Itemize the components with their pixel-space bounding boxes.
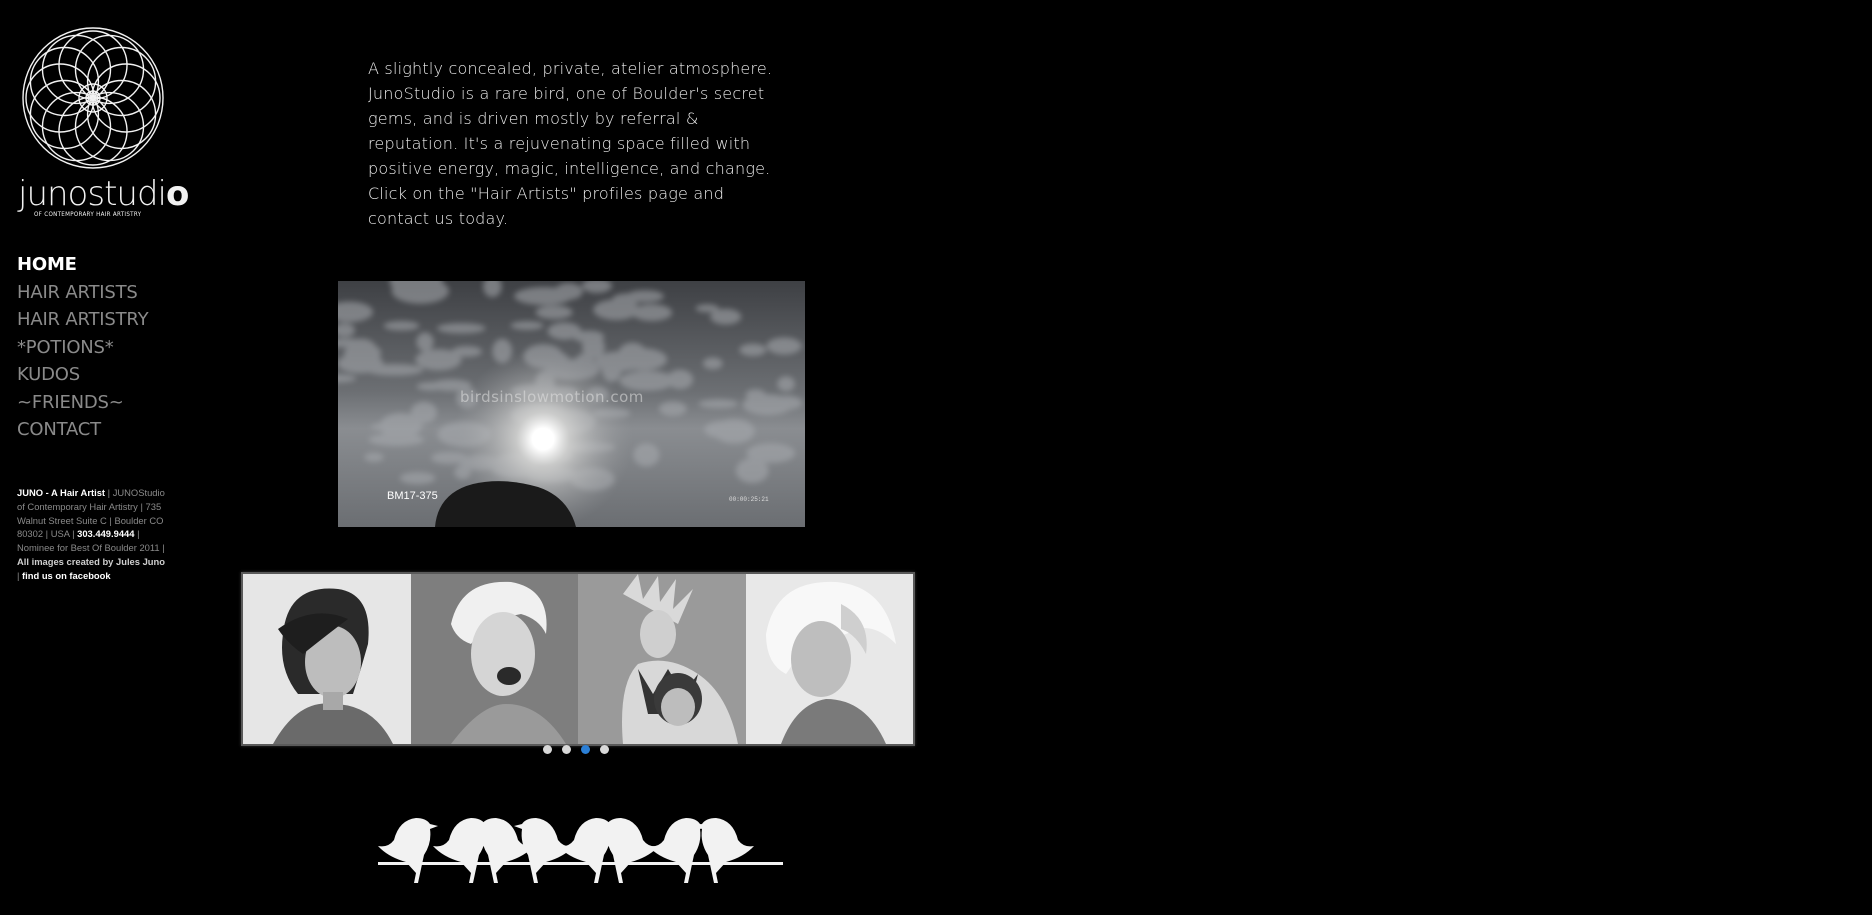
nav-item-kudos[interactable]: KUDOS (17, 361, 148, 389)
gallery-photo-2 (410, 574, 578, 744)
gallery-photo-3 (578, 574, 746, 744)
bird-silhouette (378, 818, 438, 883)
nav-item-hair-artists[interactable]: HAIR ARTISTS (17, 279, 148, 307)
brand-tagline: OF CONTEMPORARY HAIR ARTISTRY (34, 211, 142, 218)
main-nav: HOME HAIR ARTISTS HAIR ARTISTRY *POTIONS… (17, 251, 149, 444)
slide-dot-1[interactable] (543, 745, 552, 754)
nav-item-hair-artistry[interactable]: HAIR ARTISTRY (17, 306, 149, 334)
facebook-link[interactable]: find us on facebook (22, 570, 111, 581)
slide-dot-4[interactable] (600, 745, 609, 754)
gallery-photo-1 (243, 574, 411, 744)
video-timecode: 00:00:25:21 (729, 496, 769, 503)
nav-item-friends[interactable]: ~FRIENDS~ (17, 389, 148, 417)
slide-dot-2[interactable] (562, 745, 571, 754)
image-credit: All images created by Jules Juno (17, 555, 165, 567)
page: junostudio OF CONTEMPORARY HAIR ARTISTRY… (0, 0, 1872, 915)
gallery-photo-4 (745, 574, 913, 744)
birds-on-wire-icon (378, 818, 783, 883)
video-player[interactable]: birdsinslowmotion.com BM17-375 00:00:25:… (338, 281, 805, 527)
bird-silhouette (694, 818, 754, 883)
video-label: BM17-375 (387, 490, 438, 502)
brand-wordmark[interactable]: junostudio OF CONTEMPORARY HAIR ARTISTRY (18, 176, 189, 224)
intro-text: A slightly concealed, private, atelier a… (368, 59, 773, 228)
sidebar-info: JUNO - A Hair Artist | JUNOStudio of Con… (17, 487, 165, 581)
slide-dot-3[interactable] (581, 745, 590, 754)
photo-slideshow[interactable] (241, 572, 915, 746)
mandala-logo-icon[interactable] (21, 26, 165, 170)
bird-silhouette (599, 818, 659, 883)
phone-number: 303.449.9444 (77, 528, 135, 540)
nav-item-potions[interactable]: *POTIONS* (17, 334, 148, 362)
video-watermark: birdsinslowmotion.com (460, 388, 644, 406)
brand-name: junostudio (18, 174, 189, 214)
artist-name: JUNO - A Hair Artist (17, 487, 106, 498)
nav-item-contact[interactable]: CONTACT (17, 416, 148, 444)
slideshow-pagination (543, 745, 609, 754)
nav-item-home[interactable]: HOME (17, 251, 148, 279)
